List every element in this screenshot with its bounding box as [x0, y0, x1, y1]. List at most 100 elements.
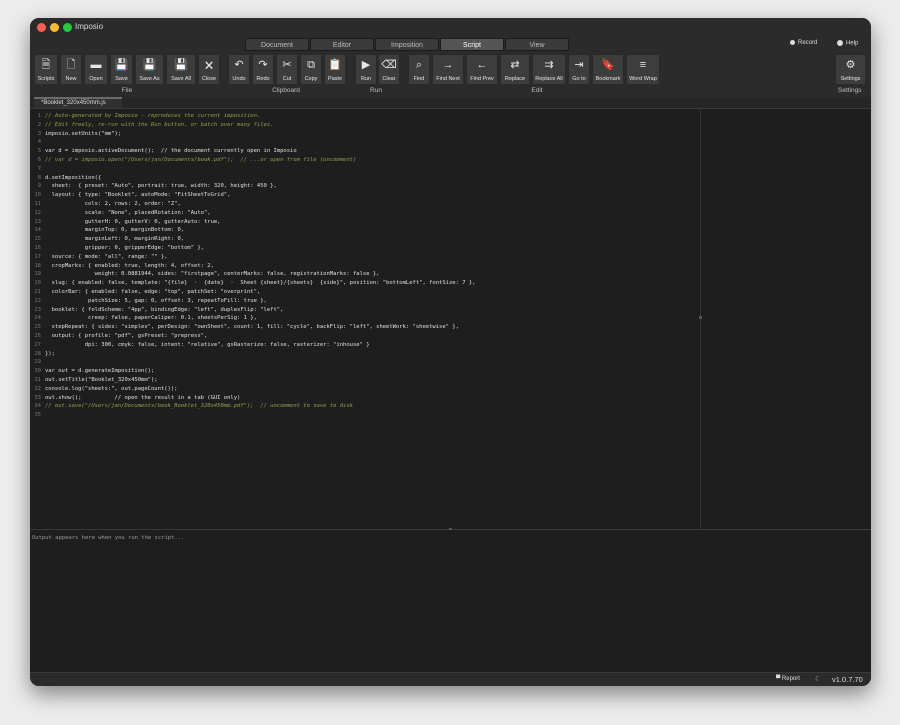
record-button[interactable]: Record	[790, 40, 817, 46]
line-number: 33	[34, 394, 41, 401]
clear-icon: ⌫	[381, 59, 397, 71]
find-button[interactable]: ⌕ Find	[408, 54, 430, 85]
toolbar-button-label: Undo	[232, 76, 246, 82]
run-button[interactable]: ▶ Run	[355, 54, 377, 85]
copy-button[interactable]: ⧉ Copy	[300, 54, 322, 85]
gear-icon: ⚙	[845, 59, 856, 71]
help-label: Help	[846, 40, 859, 47]
paste-icon: 📋	[328, 59, 342, 71]
code-text: });	[45, 350, 55, 357]
code-text: out.setTitle("Booklet_320x450mm");	[45, 377, 158, 383]
scripts-button[interactable]: 🗎 Scripts	[34, 54, 58, 85]
toolbar-button-label: Replace	[504, 76, 526, 82]
line-number: 11	[34, 201, 41, 207]
line-number: 19	[34, 271, 41, 278]
code-text: d.setImposition({	[45, 174, 102, 181]
file-tab-strip: *Booklet_320x450mm.js	[30, 97, 871, 109]
code-editor[interactable]: 1 // Auto-generated by Imposio — reproduc…	[30, 109, 700, 529]
find-prev-icon: ←	[476, 59, 488, 71]
save-all-button[interactable]: 💾 Save All	[166, 54, 196, 85]
tab-document[interactable]: Document	[245, 38, 309, 51]
version-label: v1.0.7.70	[832, 675, 863, 684]
new-button[interactable]: 🗋 New	[60, 54, 82, 85]
tab-imposition[interactable]: Imposition	[375, 38, 439, 51]
app-window: Imposio Document Editor Imposition Scrip…	[30, 18, 871, 686]
toolbar-button-label: Clear	[382, 76, 396, 82]
undo-button[interactable]: ↶ Undo	[228, 54, 250, 85]
group-label-run: Run	[370, 87, 382, 94]
vertical-split-handle[interactable]	[699, 316, 702, 319]
minimize-window-button[interactable]	[50, 23, 59, 32]
report-label: Report	[781, 676, 800, 682]
code-text: creep: false, paperCaliper: 0.1, sheetsP…	[45, 315, 257, 322]
line-number: 8	[37, 174, 41, 181]
line-number: 16	[34, 245, 41, 251]
theme-toggle-icon[interactable]: ☾	[815, 675, 821, 683]
line-number: 31	[34, 377, 41, 383]
toolbar-button-label: Open	[89, 76, 103, 82]
line-number: 35	[34, 412, 41, 419]
line-number: 14	[34, 227, 41, 234]
settings-button[interactable]: ⚙ Settings	[835, 54, 866, 85]
paste-button[interactable]: 📋 Paste	[324, 54, 346, 85]
line-number: 6	[37, 157, 41, 163]
close-file-icon: 🗙	[204, 59, 214, 71]
find-prev-button[interactable]: ← Find Prev	[466, 54, 498, 85]
tab-script[interactable]: Script	[440, 38, 504, 51]
word-wrap-button[interactable]: ≡ Word Wrap	[626, 54, 660, 85]
output-panel[interactable]: Output appears here when you run the scr…	[30, 530, 871, 672]
replace-all-icon: ⇉	[544, 59, 554, 71]
tab-view[interactable]: View	[505, 38, 569, 51]
code-text: weight: 0.0881944, sides: "firstpage", c…	[45, 271, 380, 278]
code-text: dpi: 300, cmyk: false, intent: "relative…	[45, 341, 370, 348]
line-number: 2	[37, 121, 41, 128]
folder-icon: ▬	[90, 59, 102, 71]
toolbar-button-label: Save	[115, 76, 128, 82]
toolbar-button-label: Save All	[171, 76, 191, 82]
save-all-icon: 💾	[174, 59, 188, 71]
line-number: 1	[37, 113, 41, 119]
close-window-button[interactable]	[37, 23, 46, 32]
save-button[interactable]: 💾 Save	[110, 54, 133, 85]
tab-editor[interactable]: Editor	[310, 38, 374, 51]
save-as-button[interactable]: 💾 Save As	[135, 54, 164, 85]
save-as-icon: 💾	[142, 59, 157, 71]
app-title: Imposio	[75, 22, 104, 31]
cut-button[interactable]: ✂ Cut	[276, 54, 298, 85]
line-number: 29	[34, 359, 41, 366]
replace-all-button[interactable]: ⇉ Replace All	[532, 54, 566, 85]
code-text: patchSize: 5, gap: 0, offset: 3, repeatT…	[45, 297, 267, 304]
open-button[interactable]: ▬ Open	[84, 54, 108, 85]
help-button[interactable]: Help	[837, 40, 858, 47]
line-number: 13	[34, 218, 41, 225]
code-text: colorBar: { enabled: false, edge: "top",…	[45, 289, 261, 295]
bookmark-button[interactable]: 🔖 Bookmark	[592, 54, 624, 85]
toolbar-button-label: Word Wrap	[629, 76, 657, 82]
find-next-button[interactable]: → Find Next	[432, 54, 464, 85]
go-to-button[interactable]: ⇥ Go to	[568, 54, 590, 85]
redo-button[interactable]: ↷ Redo	[252, 54, 274, 85]
code-text: sheet: { preset: "Auto", portrait: true,…	[45, 183, 277, 190]
toolbar: File Clipboard Run Edit Settings 🗎 Script…	[30, 52, 871, 97]
line-number: 12	[34, 209, 41, 216]
line-number: 4	[37, 139, 41, 146]
line-number: 7	[37, 165, 41, 172]
file-tab[interactable]: *Booklet_320x450mm.js	[34, 97, 122, 108]
undo-icon: ↶	[234, 59, 244, 71]
toolbar-button-label: Find Prev	[470, 76, 494, 82]
clear-button[interactable]: ⌫ Clear	[378, 54, 400, 85]
zoom-window-button[interactable]	[63, 23, 72, 32]
close-button[interactable]: 🗙 Close	[198, 54, 220, 85]
copy-icon: ⧉	[307, 59, 315, 71]
replace-icon: ⇄	[510, 59, 520, 71]
find-next-icon: →	[442, 59, 454, 71]
line-number: 20	[34, 280, 41, 287]
help-icon	[837, 40, 843, 46]
find-icon: ⌕	[415, 59, 423, 71]
group-label-clipboard: Clipboard	[272, 87, 300, 94]
report-button[interactable]: ▀ Report	[776, 676, 800, 682]
line-number: 25	[34, 324, 41, 331]
replace-button[interactable]: ⇄ Replace	[500, 54, 530, 85]
line-number: 9	[37, 183, 41, 190]
code-text: out.show(); // open the result in a tab …	[45, 394, 241, 401]
